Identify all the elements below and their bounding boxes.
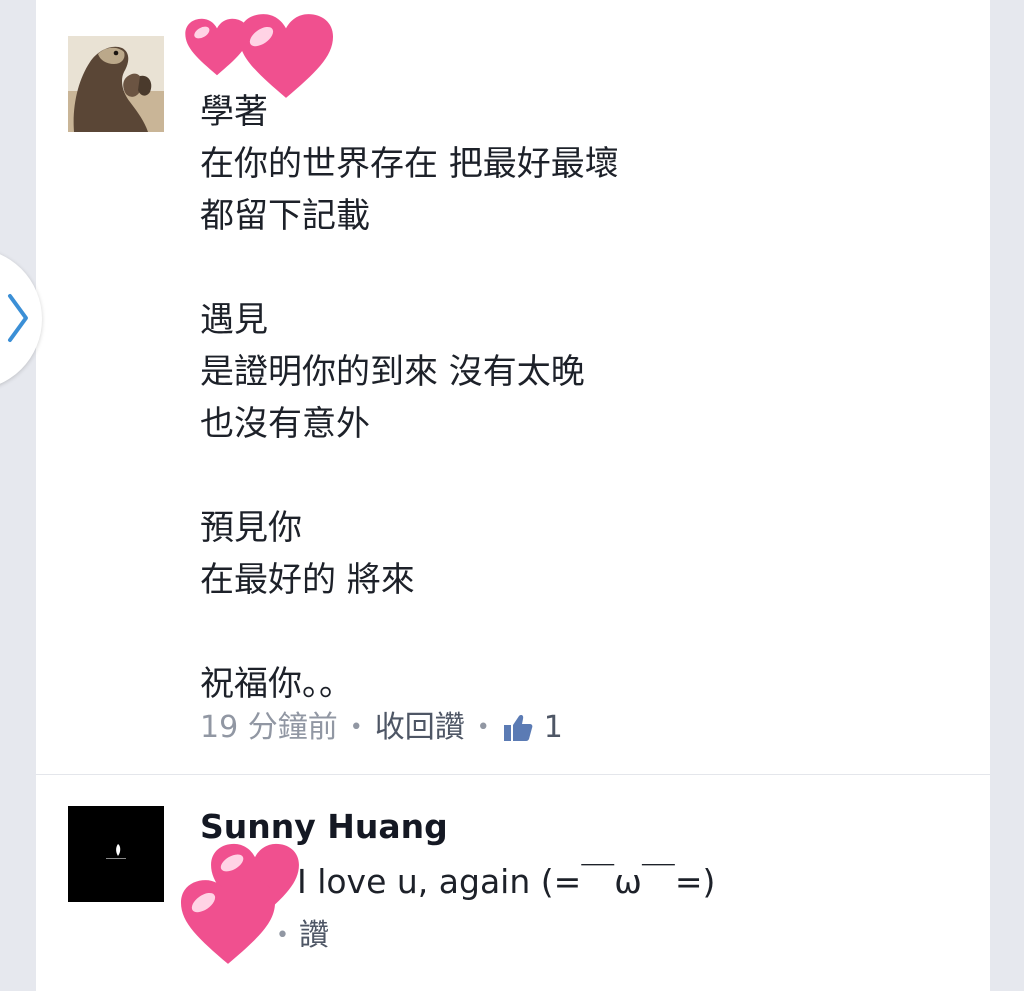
unlike-link[interactable]: 收回讚: [375, 706, 465, 750]
comment-line: 在最好的 將來: [200, 560, 415, 600]
separator-dot: •: [476, 715, 490, 740]
comment-line: 是證明你的到來 沒有太晚: [200, 352, 585, 392]
like-count: 1: [543, 710, 563, 745]
chevron-right-icon: [8, 294, 28, 342]
comment-divider: [36, 774, 990, 775]
comment-line: 也沒有意外: [200, 404, 370, 444]
comment-line: 遇見: [200, 300, 268, 340]
comment-text: 學著 在你的世界存在 把最好最壞 都留下記載 遇見 是證明你的到來 沒有太晚 也…: [200, 86, 619, 710]
comment-line: 都留下記載: [200, 196, 370, 236]
feather-logo-image: [68, 806, 164, 902]
avatar[interactable]: [68, 36, 164, 132]
comment-timestamp: 19 分鐘前: [200, 710, 338, 745]
comment-line: 學著: [200, 92, 268, 132]
comment-line: 祝福你。。: [200, 664, 353, 704]
avatar[interactable]: [68, 806, 164, 902]
comment-meta: 19 分鐘前 • 收回讚 • 1: [200, 706, 563, 750]
comment-line: 預見你: [200, 508, 302, 548]
otter-avatar-image: [68, 36, 164, 132]
comment-line: [200, 606, 619, 658]
heart-icon: [180, 880, 276, 964]
comment-line: [200, 242, 619, 294]
thumbs-up-icon[interactable]: [502, 713, 534, 743]
comment-text: . I love u, again (=￣ω￣=): [276, 862, 716, 901]
separator-dot: •: [349, 715, 363, 740]
comment-line: [200, 450, 619, 502]
comment-line: 在你的世界存在 把最好最壞: [200, 144, 619, 184]
